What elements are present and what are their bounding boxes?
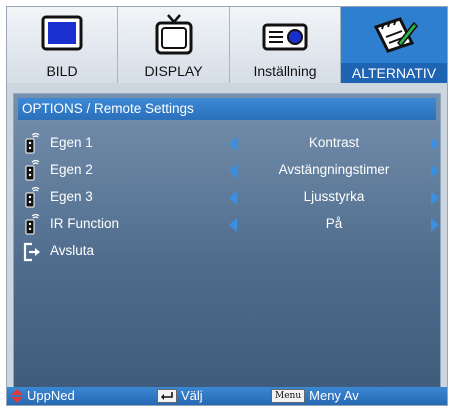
setting-row-egen-2[interactable]: Egen 2 Avstängningstimer: [14, 159, 440, 183]
left-arrow-icon[interactable]: [228, 137, 238, 151]
enter-key-icon: [157, 389, 177, 403]
up-down-arrow-icon: [11, 389, 23, 403]
setting-row-egen-1[interactable]: Egen 1 Kontrast: [14, 132, 440, 156]
right-arrow-icon[interactable]: [430, 191, 440, 205]
setting-label: Egen 1: [50, 135, 93, 150]
setting-label: Egen 3: [50, 189, 93, 204]
tab-alternativ[interactable]: ALTERNATIV: [341, 7, 447, 83]
tv-icon: [155, 14, 192, 55]
tab-label: Inställning: [253, 63, 317, 79]
remote-icon: [25, 213, 40, 235]
tab-label: DISPLAY: [144, 63, 203, 79]
remote-icon: [25, 159, 40, 181]
setting-label: IR Function: [50, 216, 120, 231]
hint-updown-label: UppNed: [27, 388, 75, 403]
hint-menu-label: Meny Av: [309, 388, 359, 403]
remote-icon: [25, 132, 40, 154]
status-bar: UppNed Välj Menu Meny Av: [7, 387, 447, 405]
exit-icon: [23, 242, 40, 262]
panel-title: OPTIONS / Remote Settings: [18, 98, 436, 120]
setting-label: Egen 2: [50, 162, 93, 177]
right-arrow-icon[interactable]: [430, 218, 440, 232]
setting-row-ir-function[interactable]: IR Function På: [14, 213, 440, 237]
monitor-icon: [41, 15, 83, 51]
setting-value: På: [325, 216, 343, 231]
notepad-pen-icon: [373, 17, 418, 53]
hint-select-label: Välj: [181, 388, 203, 403]
projector-icon: [262, 23, 308, 51]
left-arrow-icon[interactable]: [228, 191, 238, 205]
tab-bar: BILD DISPLAY Inställning ALTERNATIV: [7, 7, 447, 83]
exit-row[interactable]: Avsluta: [14, 240, 440, 264]
exit-label: Avsluta: [50, 243, 95, 258]
osd-menu: BILD DISPLAY Inställning ALTERNATIV OPTI…: [6, 6, 448, 406]
setting-row-egen-3[interactable]: Egen 3 Ljusstyrka: [14, 186, 440, 210]
hint-select: Välj: [157, 387, 203, 405]
setting-value: Ljusstyrka: [303, 189, 365, 204]
tab-bild[interactable]: BILD: [7, 7, 118, 83]
tab-label: ALTERNATIV: [341, 63, 447, 83]
right-arrow-icon[interactable]: [430, 137, 440, 151]
menu-key-icon: Menu: [271, 389, 306, 403]
options-panel: OPTIONS / Remote Settings Egen 1 Kontras…: [13, 93, 441, 389]
remote-icon: [25, 186, 40, 208]
left-arrow-icon[interactable]: [228, 218, 238, 232]
setting-value: Avstängningstimer: [278, 162, 390, 177]
setting-value: Kontrast: [308, 135, 360, 150]
right-arrow-icon[interactable]: [430, 164, 440, 178]
hint-updown: UppNed: [11, 387, 75, 405]
tab-display[interactable]: DISPLAY: [118, 7, 230, 83]
left-arrow-icon[interactable]: [228, 164, 238, 178]
hint-menu: Menu Meny Av: [271, 387, 359, 405]
tab-label: BILD: [46, 63, 78, 79]
tab-installning[interactable]: Inställning: [230, 7, 341, 83]
